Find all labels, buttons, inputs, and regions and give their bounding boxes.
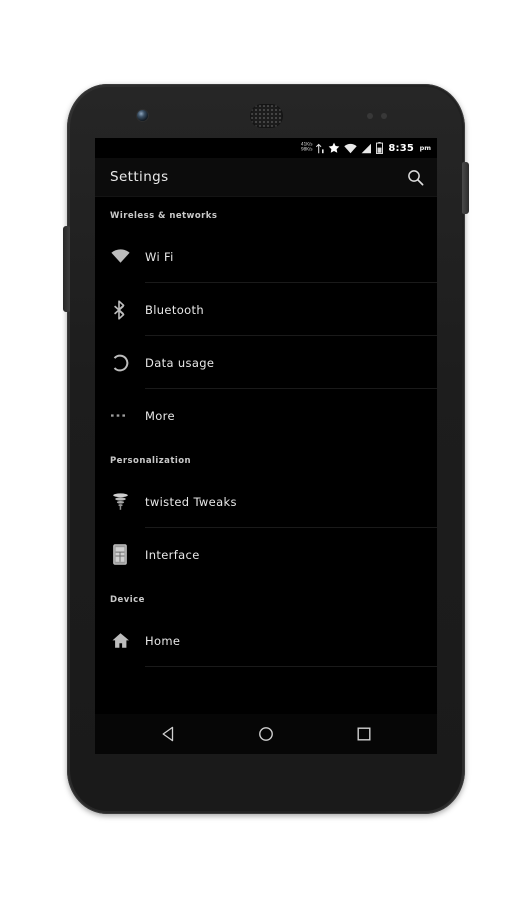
- settings-row-more[interactable]: More: [95, 389, 437, 442]
- priority-star-icon: [328, 142, 340, 154]
- settings-row-label: Bluetooth: [145, 302, 204, 317]
- settings-row-data-usage[interactable]: Data usage: [95, 336, 437, 389]
- settings-row-bluetooth[interactable]: Bluetooth: [95, 283, 437, 336]
- status-bar-clock: 8:35: [388, 142, 415, 154]
- search-button[interactable]: [393, 158, 437, 197]
- status-bar: 41K/s 98K/s 8:35 pm: [95, 138, 437, 158]
- settings-list[interactable]: Wireless & networks Wi Fi Bluetooth Data…: [95, 197, 437, 714]
- cell-signal-icon: [361, 143, 372, 154]
- settings-row-label: Data usage: [145, 355, 215, 370]
- interface-icon: [95, 544, 145, 565]
- earpiece-speaker-icon: [250, 104, 283, 128]
- battery-icon: [376, 142, 384, 154]
- settings-row-interface[interactable]: Interface: [95, 528, 437, 581]
- settings-row-twisted-tweaks[interactable]: twisted Tweaks: [95, 475, 437, 528]
- volume-rocker[interactable]: [63, 226, 70, 312]
- more-dots-icon: [95, 413, 145, 418]
- home-circle-icon: [258, 726, 274, 742]
- section-header-wireless: Wireless & networks: [110, 211, 218, 221]
- system-navigation-bar: [95, 714, 437, 754]
- wifi-icon: [344, 143, 358, 154]
- section-header-device: Device: [110, 595, 145, 605]
- tornado-icon: [95, 492, 145, 511]
- bluetooth-icon: [95, 299, 145, 320]
- front-camera-icon: [137, 110, 148, 121]
- settings-row-label: Wi Fi: [145, 249, 174, 264]
- home-icon: [95, 632, 145, 649]
- settings-row-wifi[interactable]: Wi Fi: [95, 230, 437, 283]
- data-usage-icon: [95, 354, 145, 372]
- data-rate-down: 98K/s: [300, 147, 313, 153]
- nav-recents-button[interactable]: [339, 714, 389, 754]
- section-header-personalization: Personalization: [110, 456, 192, 466]
- screenshot-canvas: 41K/s 98K/s 8:35 pm Settings Wireless & …: [0, 0, 532, 900]
- wifi-icon: [95, 249, 145, 264]
- settings-row-label: More: [145, 408, 175, 423]
- nav-home-button[interactable]: [241, 714, 291, 754]
- data-rate-indicator: 41K/s 98K/s: [301, 143, 313, 153]
- page-title: Settings: [110, 169, 169, 185]
- search-icon: [407, 169, 424, 186]
- settings-row-label: Interface: [145, 547, 200, 562]
- status-bar-ampm: pm: [419, 144, 431, 152]
- phone-screen: 41K/s 98K/s 8:35 pm Settings Wireless & …: [95, 138, 437, 754]
- data-transfer-icon: [316, 143, 324, 154]
- settings-row-label: twisted Tweaks: [145, 494, 237, 509]
- recents-square-icon: [357, 727, 371, 741]
- settings-row-home[interactable]: Home: [95, 614, 437, 667]
- back-triangle-icon: [161, 726, 176, 742]
- power-button[interactable]: [462, 162, 469, 214]
- settings-row-label: Home: [145, 633, 181, 648]
- proximity-sensor-icon: [367, 113, 373, 119]
- ambient-light-sensor-icon: [381, 113, 387, 119]
- nav-back-button[interactable]: [143, 714, 193, 754]
- action-bar: Settings: [95, 158, 437, 197]
